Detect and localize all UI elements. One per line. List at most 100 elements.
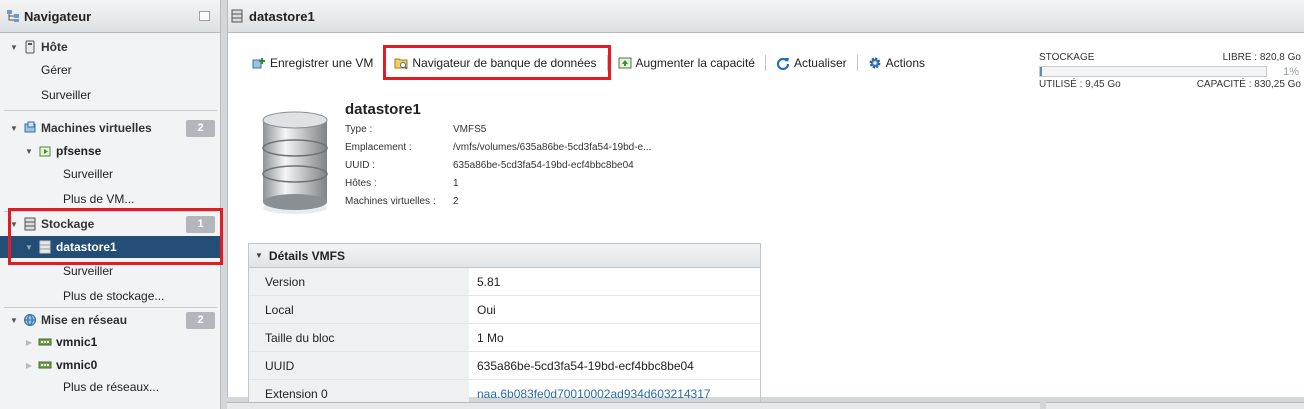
storage-summary: STOCKAGE LIBRE : 820,8 Go 1% UTILISÉ : 9… bbox=[1039, 52, 1303, 92]
row-key: UUID bbox=[249, 352, 469, 379]
storage-capacity: CAPACITÉ : 830,25 Go bbox=[1196, 79, 1301, 90]
property-type: Type : VMFS5 bbox=[345, 124, 486, 135]
virtual-machines-icon bbox=[24, 121, 36, 133]
nav-datastore-monitor-label: Surveiller bbox=[63, 264, 114, 278]
storage-usage-fill bbox=[1040, 67, 1042, 76]
expand-caret-icon[interactable]: ▶ bbox=[24, 361, 34, 370]
nav-host-monitor[interactable]: Surveiller bbox=[0, 84, 221, 106]
nav-nic-label: vmnic0 bbox=[56, 358, 98, 372]
expand-caret-icon[interactable]: ▶ bbox=[24, 338, 34, 347]
table-row: Local Oui bbox=[249, 296, 760, 324]
nav-divider bbox=[4, 307, 217, 308]
nav-networking[interactable]: ▼ Mise en réseau 2 bbox=[0, 309, 221, 331]
nav-more-networks[interactable]: Plus de réseaux... bbox=[0, 376, 221, 398]
nav-more-vms-label: Plus de VM... bbox=[63, 192, 135, 206]
navigator-header: Navigateur bbox=[0, 0, 220, 33]
refresh-icon bbox=[776, 57, 790, 70]
property-key: Type : bbox=[345, 124, 373, 135]
actions-button[interactable]: Actions bbox=[866, 52, 927, 74]
table-row: Version 5.81 bbox=[249, 268, 760, 296]
nav-more-storage[interactable]: Plus de stockage... bbox=[0, 285, 221, 307]
datastore-name: datastore1 bbox=[345, 101, 421, 118]
toolbar-separator bbox=[764, 55, 766, 71]
expand-caret-icon[interactable]: ▼ bbox=[9, 43, 19, 52]
toolbar-separator bbox=[856, 55, 858, 71]
nav-host-manage-label: Gérer bbox=[41, 63, 72, 77]
annotation-highlight-box bbox=[383, 45, 611, 80]
navigator-title: Navigateur bbox=[24, 8, 92, 24]
network-adapter-icon bbox=[38, 361, 52, 369]
nav-vm-monitor[interactable]: Surveiller bbox=[0, 163, 221, 185]
register-vm-button[interactable]: Enregistrer une VM bbox=[250, 52, 375, 74]
nav-vmnic1[interactable]: ▶ vmnic1 bbox=[0, 331, 221, 353]
datastore-icon bbox=[231, 9, 243, 23]
increase-capacity-label: Augmenter la capacité bbox=[635, 56, 755, 70]
vmfs-details-header[interactable]: ▼ Détails VMFS bbox=[249, 244, 760, 268]
main-title: datastore1 bbox=[249, 8, 315, 24]
nav-more-storage-label: Plus de stockage... bbox=[63, 289, 165, 303]
property-key: UUID : bbox=[345, 160, 375, 171]
nav-virtual-machines[interactable]: ▼ Machines virtuelles 2 bbox=[0, 117, 221, 139]
nav-host-label: Hôte bbox=[41, 40, 68, 54]
property-vms: Machines virtuelles : 2 bbox=[345, 196, 459, 207]
collapse-navigator-icon[interactable] bbox=[199, 11, 210, 21]
row-value: 635a86be-5cd3fa54-19bd-ecf4bbc8be04 bbox=[477, 358, 694, 373]
collapse-caret-icon[interactable]: ▼ bbox=[255, 251, 263, 260]
property-value: 2 bbox=[453, 196, 459, 207]
nav-host-manage[interactable]: Gérer bbox=[0, 59, 221, 81]
table-row: UUID 635a86be-5cd3fa54-19bd-ecf4bbc8be04 bbox=[249, 352, 760, 380]
vm-count-badge: 2 bbox=[186, 120, 215, 137]
increase-capacity-button[interactable]: Augmenter la capacité bbox=[616, 52, 757, 74]
storage-used: UTILISÉ : 9,45 Go bbox=[1039, 79, 1121, 90]
property-uuid: UUID : 635a86be-5cd3fa54-19bd-ecf4bbc8be0… bbox=[345, 160, 634, 171]
storage-usage-bar bbox=[1039, 66, 1267, 77]
refresh-button[interactable]: Actualiser bbox=[774, 52, 849, 74]
expand-caret-icon[interactable]: ▼ bbox=[9, 316, 19, 325]
property-key: Machines virtuelles : bbox=[345, 196, 436, 207]
row-value: Oui bbox=[477, 302, 496, 317]
row-value: 1 Mo bbox=[477, 330, 504, 345]
property-key: Emplacement : bbox=[345, 142, 412, 153]
row-key: Taille du bloc bbox=[249, 324, 469, 351]
nav-more-vms[interactable]: Plus de VM... bbox=[0, 188, 221, 210]
register-vm-icon bbox=[252, 58, 265, 69]
property-location: Emplacement : /vmfs/volumes/635a86be-5cd3… bbox=[345, 142, 651, 153]
navigator-icon bbox=[7, 10, 19, 22]
nav-vm-name: pfsense bbox=[56, 144, 102, 158]
nav-vm-monitor-label: Surveiller bbox=[63, 167, 114, 181]
increase-capacity-icon bbox=[618, 57, 632, 69]
property-hosts: Hôtes : 1 bbox=[345, 178, 459, 189]
vmfs-details-title: Détails VMFS bbox=[268, 248, 345, 263]
gear-icon bbox=[869, 57, 881, 69]
register-vm-label: Enregistrer une VM bbox=[270, 56, 374, 70]
nav-vmnic0[interactable]: ▶ vmnic0 bbox=[0, 354, 221, 376]
host-icon bbox=[25, 40, 35, 54]
nav-more-networks-label: Plus de réseaux... bbox=[63, 380, 160, 394]
storage-summary-label: STOCKAGE bbox=[1039, 52, 1095, 63]
storage-free: LIBRE : 820,8 Go bbox=[1222, 52, 1301, 63]
expand-caret-icon[interactable]: ▼ bbox=[9, 124, 19, 133]
main-header: datastore1 bbox=[228, 0, 1304, 33]
bottom-panel-right bbox=[1046, 402, 1304, 409]
nav-vm-pfsense[interactable]: ▼ pfsense bbox=[0, 140, 221, 162]
nav-divider bbox=[4, 110, 217, 111]
network-count-badge: 2 bbox=[186, 312, 215, 329]
property-value: 1 bbox=[453, 178, 459, 189]
row-value: 5.81 bbox=[477, 274, 501, 289]
storage-percent: 1% bbox=[1283, 66, 1299, 78]
row-key: Version bbox=[249, 268, 469, 295]
vmfs-details-panel: ▼ Détails VMFS Version 5.81 Local Oui Tail… bbox=[248, 243, 761, 408]
nav-host-monitor-label: Surveiller bbox=[41, 88, 92, 102]
actions-label: Actions bbox=[885, 56, 925, 70]
row-key: Local bbox=[249, 296, 469, 323]
table-row: Taille du bloc 1 Mo bbox=[249, 324, 760, 352]
navigator-panel: Navigateur ▼ Hôte Gérer Surveiller ▼ Mac… bbox=[0, 0, 221, 409]
nav-vms-label: Machines virtuelles bbox=[41, 121, 152, 135]
expand-caret-icon[interactable]: ▼ bbox=[24, 147, 34, 156]
vm-powered-on-icon bbox=[39, 146, 51, 157]
refresh-label: Actualiser bbox=[793, 56, 847, 70]
property-value: /vmfs/volumes/635a86be-5cd3fa54-19bd-e..… bbox=[453, 142, 652, 153]
nav-host[interactable]: ▼ Hôte bbox=[0, 36, 221, 58]
network-globe-icon bbox=[24, 314, 36, 327]
property-value: VMFS5 bbox=[453, 124, 487, 135]
